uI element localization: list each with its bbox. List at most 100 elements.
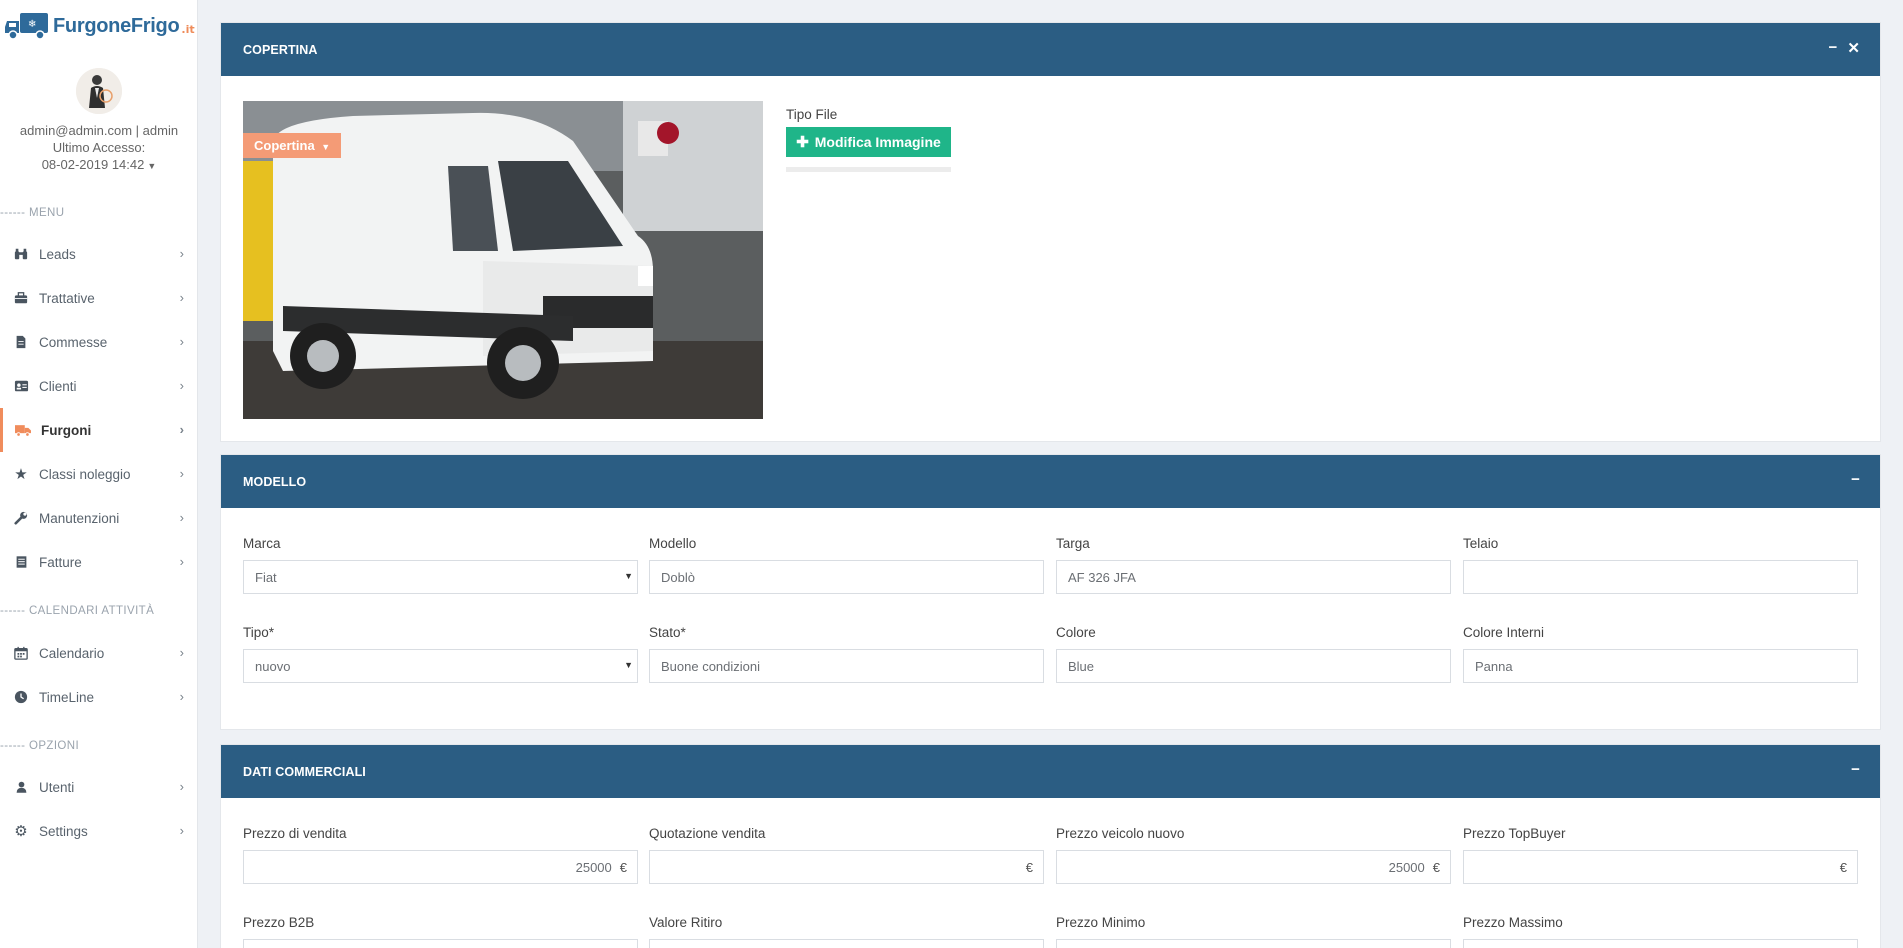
sidebar-item-manutenzioni[interactable]: Manutenzioni ›	[0, 496, 198, 540]
last-access-dropdown[interactable]: 08-02-2019 14:42 ▼	[0, 157, 198, 172]
chevron-right-icon: ›	[179, 290, 184, 305]
targa-input[interactable]: AF 326 JFA	[1056, 560, 1451, 594]
sidebar-item-label: Settings	[39, 823, 88, 839]
sidebar-item-clienti[interactable]: Clienti ›	[0, 364, 198, 408]
sidebar-item-leads[interactable]: Leads ›	[0, 232, 198, 276]
euro-icon: €	[1839, 859, 1847, 875]
close-icon[interactable]: ✕	[1847, 39, 1860, 57]
user-identity: admin@admin.com | admin	[19, 123, 179, 138]
modello-value: Doblò	[661, 569, 695, 585]
cover-dropdown-button[interactable]: Copertina ▼	[243, 133, 342, 158]
sidebar-item-calendario[interactable]: Calendario ›	[0, 631, 198, 675]
chevron-right-icon: ›	[179, 422, 184, 437]
sidebar-item-utenti[interactable]: Utenti ›	[0, 765, 198, 809]
section-menu: ------ MENU	[0, 207, 65, 219]
colore-interni-input[interactable]: Panna	[1463, 649, 1858, 683]
quotazione-vendita-label: Quotazione vendita	[649, 826, 766, 841]
modello-input[interactable]: Doblò	[649, 560, 1044, 594]
prezzo-nuovo-input[interactable]: 25000 €	[1056, 850, 1451, 884]
prezzo-vendita-input[interactable]: 25000 €	[243, 850, 638, 884]
brand-logo[interactable]: ❄ FurgoneFrigo .it	[4, 10, 195, 42]
valore-ritiro-input[interactable]	[649, 939, 1044, 948]
tipo-label: Tipo*	[243, 625, 275, 640]
file-type-label: Tipo File	[786, 107, 838, 122]
dati-commerciali-panel: DATI COMMERCIALI − Prezzo di vendita 250…	[220, 744, 1881, 948]
copertina-header: COPERTINA − ✕	[221, 23, 1880, 76]
marca-value: Fiat	[255, 569, 277, 585]
prezzo-massimo-input[interactable]	[1463, 939, 1858, 948]
caret-down-icon: ▼	[147, 161, 157, 171]
tipo-select[interactable]: nuovo ▼	[243, 649, 638, 683]
chevron-right-icon: ›	[179, 510, 184, 525]
clock-icon	[13, 689, 29, 705]
prezzo-vendita-field: Prezzo di vendita 25000 €	[243, 826, 638, 884]
chevron-right-icon: ›	[179, 645, 184, 660]
colore-input[interactable]: Blue	[1056, 649, 1451, 683]
stato-label: Stato*	[649, 625, 686, 640]
valore-ritiro-field: Valore Ritiro	[649, 915, 1044, 948]
prezzo-nuovo-label: Prezzo veicolo nuovo	[1056, 826, 1185, 841]
telaio-field: Telaio	[1463, 536, 1858, 594]
prezzo-topbuyer-input[interactable]: €	[1463, 850, 1858, 884]
section-opzioni: ------ OPZIONI	[0, 740, 80, 752]
dati-commerciali-header: DATI COMMERCIALI −	[221, 745, 1880, 798]
panel-title: DATI COMMERCIALI	[243, 764, 366, 779]
chevron-right-icon: ›	[179, 554, 184, 569]
euro-icon: €	[1432, 859, 1440, 875]
prezzo-topbuyer-field: Prezzo TopBuyer €	[1463, 826, 1858, 884]
briefcase-icon	[13, 290, 29, 306]
marca-label: Marca	[243, 536, 281, 551]
colore-interni-field: Colore Interni Panna	[1463, 625, 1858, 683]
avatar[interactable]	[76, 68, 122, 114]
chevron-right-icon: ›	[179, 378, 184, 393]
sidebar-item-label: Leads	[39, 246, 76, 262]
quotazione-vendita-field: Quotazione vendita €	[649, 826, 1044, 884]
sidebar-item-classi-noleggio[interactable]: ★ Classi noleggio ›	[0, 452, 198, 496]
modello-panel: MODELLO − Marca Fiat ▼ Modello Doblò Tar…	[220, 454, 1881, 730]
sidebar-item-fatture[interactable]: Fatture ›	[0, 540, 198, 584]
tipo-field: Tipo* nuovo ▼	[243, 625, 638, 683]
edit-image-label: Modifica Immagine	[814, 134, 941, 150]
collapse-icon[interactable]: −	[1851, 471, 1860, 488]
cover-dropdown-label: Copertina	[254, 138, 315, 153]
wrench-icon	[13, 510, 29, 526]
colore-value: Blue	[1068, 658, 1095, 674]
brand-name: FurgoneFrigo	[53, 14, 180, 37]
prezzo-vendita-label: Prezzo di vendita	[243, 826, 347, 841]
id-card-icon	[13, 378, 29, 394]
sidebar-item-label: TimeLine	[39, 689, 95, 705]
collapse-icon[interactable]: −	[1851, 761, 1860, 778]
sidebar-item-settings[interactable]: ⚙ Settings ›	[0, 809, 198, 853]
user-avatar-icon	[76, 68, 122, 114]
binoculars-icon	[13, 246, 29, 262]
prezzo-nuovo-field: Prezzo veicolo nuovo 25000 €	[1056, 826, 1451, 884]
chevron-right-icon: ›	[179, 779, 184, 794]
valore-ritiro-label: Valore Ritiro	[649, 915, 723, 930]
sidebar-item-commesse[interactable]: Commesse ›	[0, 320, 198, 364]
sidebar-item-furgoni[interactable]: Furgoni ›	[0, 408, 198, 452]
sidebar-item-label: Furgoni	[41, 422, 92, 438]
tipo-value: nuovo	[255, 658, 291, 674]
colore-field: Colore Blue	[1056, 625, 1451, 683]
edit-image-button[interactable]: ✚ Modifica Immagine	[786, 127, 951, 157]
prezzo-vendita-value: 25000	[575, 859, 612, 875]
prezzo-massimo-label: Prezzo Massimo	[1463, 915, 1563, 930]
prezzo-minimo-input[interactable]	[1056, 939, 1451, 948]
prezzo-minimo-label: Prezzo Minimo	[1056, 915, 1146, 930]
caret-down-icon: ▼	[624, 660, 633, 670]
chevron-right-icon: ›	[179, 246, 184, 261]
prezzo-b2b-input[interactable]	[243, 939, 638, 948]
prezzo-minimo-field: Prezzo Minimo	[1056, 915, 1451, 948]
sidebar-item-trattative[interactable]: Trattative ›	[0, 276, 198, 320]
sidebar-item-timeline[interactable]: TimeLine ›	[0, 675, 198, 719]
prezzo-b2b-label: Prezzo B2B	[243, 915, 315, 930]
quotazione-vendita-input[interactable]: €	[649, 850, 1044, 884]
sidebar-item-label: Commesse	[39, 334, 108, 350]
stato-input[interactable]: Buone condizioni	[649, 649, 1044, 683]
colore-interni-value: Panna	[1475, 658, 1513, 674]
telaio-input[interactable]	[1463, 560, 1858, 594]
collapse-icon[interactable]: −	[1828, 39, 1837, 57]
marca-select[interactable]: Fiat ▼	[243, 560, 638, 594]
gear-icon: ⚙	[14, 823, 28, 840]
euro-icon: €	[1025, 859, 1033, 875]
